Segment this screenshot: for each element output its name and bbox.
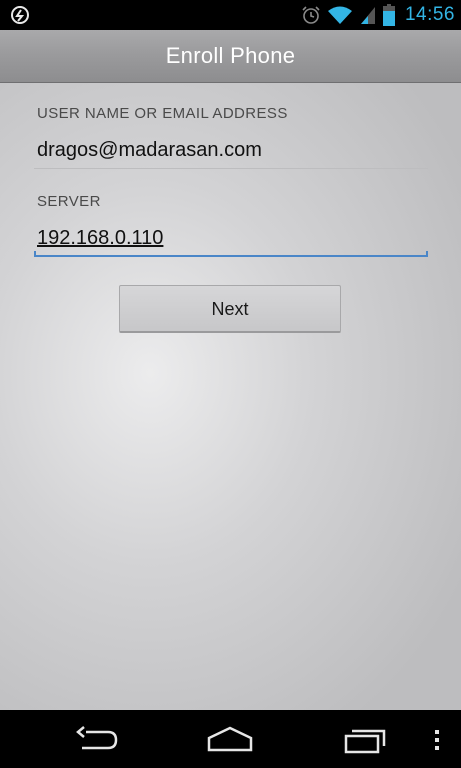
menu-icon[interactable]: [431, 722, 443, 756]
username-underline: [34, 168, 428, 169]
back-icon[interactable]: [72, 722, 120, 756]
next-button[interactable]: Next: [119, 285, 341, 333]
status-time: 14:56: [404, 4, 455, 25]
server-label: SERVER: [37, 193, 101, 210]
battery-icon: [382, 4, 395, 26]
alarm-icon: [302, 6, 320, 24]
recent-apps-icon[interactable]: [342, 722, 388, 756]
navigation-bar: [0, 710, 461, 768]
server-field[interactable]: 192.168.0.110: [34, 223, 428, 257]
signal-icon: [360, 7, 375, 24]
server-value: 192.168.0.110: [37, 227, 164, 249]
username-label: USER NAME OR EMAIL ADDRESS: [37, 105, 288, 122]
username-value: dragos@madarasan.com: [37, 139, 262, 161]
status-bar: 14:56: [0, 0, 461, 30]
page-title: Enroll Phone: [165, 43, 296, 68]
enroll-form: USER NAME OR EMAIL ADDRESS dragos@madara…: [0, 83, 461, 710]
server-underline: [34, 251, 428, 257]
username-field[interactable]: dragos@madarasan.com: [34, 135, 428, 169]
wifi-icon: [327, 6, 352, 24]
title-bar: Enroll Phone: [0, 30, 461, 83]
home-icon[interactable]: [205, 722, 255, 756]
sync-icon: [11, 6, 29, 24]
